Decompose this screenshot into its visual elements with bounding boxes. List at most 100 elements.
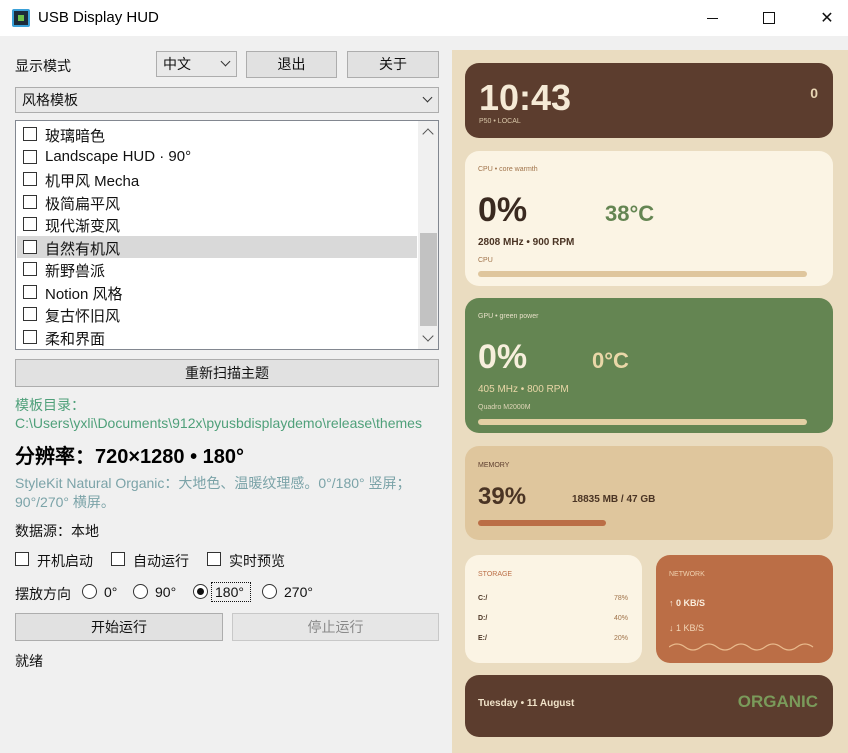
cpu-title: CPU • core warmth bbox=[478, 166, 538, 173]
exit-button[interactable]: 退出 bbox=[246, 51, 337, 78]
gpu-usage: 0% bbox=[478, 338, 528, 376]
theme-list-item-label: 机甲风 Mecha bbox=[45, 173, 140, 190]
theme-list[interactable]: 柔和界面 复古怀旧风 Notion 风格 新野兽派 自然有机风 现代渐变风 极简扁平风 机甲风… bbox=[15, 120, 439, 350]
theme-list-item[interactable]: Notion 风格 bbox=[17, 281, 417, 303]
gpu-card: GPU • green power 0% 0°C 405 MHz • 800 R… bbox=[465, 298, 833, 433]
resolution-text: 分辨率：720×1280 • 180° bbox=[15, 446, 245, 468]
orientation-90-radio[interactable] bbox=[133, 584, 148, 599]
app-icon bbox=[12, 9, 30, 27]
about-button[interactable]: 关于 bbox=[347, 51, 439, 78]
theme-checkbox[interactable] bbox=[23, 262, 37, 276]
gpu-title: GPU • green power bbox=[478, 313, 539, 320]
network-down: ↓ 1 KB/S bbox=[669, 623, 705, 633]
memory-title: MEMORY bbox=[478, 462, 510, 469]
gpu-bar-track bbox=[478, 419, 807, 425]
network-card: NETWORK ↑ 0 KB/S ↓ 1 KB/S bbox=[656, 555, 833, 663]
autostart-checkbox[interactable] bbox=[15, 552, 29, 566]
autostart-label: 开机启动 bbox=[37, 553, 93, 569]
cpu-card: CPU • core warmth 0% 38°C 2808 MHz • 900… bbox=[465, 151, 833, 286]
storage-title: STORAGE bbox=[478, 571, 513, 578]
memory-card: MEMORY 39% 18835 MB / 47 GB bbox=[465, 446, 833, 540]
theme-checkbox[interactable] bbox=[23, 127, 37, 141]
autorun-label: 自动运行 bbox=[133, 553, 189, 569]
theme-checkbox[interactable] bbox=[23, 194, 37, 209]
language-select[interactable]: 中文 bbox=[156, 51, 237, 77]
drive-value: 20% bbox=[613, 635, 628, 642]
scroll-down-icon[interactable] bbox=[422, 330, 434, 342]
clock-badge: 0 bbox=[810, 85, 818, 101]
theme-checkbox[interactable] bbox=[23, 284, 37, 299]
date-text: Tuesday • 11 August bbox=[478, 698, 575, 709]
storage-row-c: C:/ 78% bbox=[478, 595, 628, 602]
cpu-name: CPU bbox=[478, 257, 493, 264]
theme-list-item[interactable]: 现代渐变风 bbox=[17, 213, 417, 235]
scroll-up-icon[interactable] bbox=[422, 128, 434, 140]
date-card: Tuesday • 11 August ORGANIC bbox=[465, 675, 833, 737]
minimize-button[interactable] bbox=[690, 0, 736, 36]
theme-list-scrollbar[interactable] bbox=[418, 121, 438, 349]
maximize-button[interactable] bbox=[746, 0, 792, 36]
autorun-checkbox[interactable] bbox=[111, 552, 125, 566]
live-preview-checkbox[interactable] bbox=[207, 552, 221, 566]
theme-checkbox[interactable] bbox=[23, 172, 37, 186]
orientation-180-label: 180° bbox=[215, 584, 244, 600]
orientation-0-radio[interactable] bbox=[82, 584, 97, 599]
scrollbar-thumb[interactable] bbox=[420, 233, 437, 326]
orientation-270-radio[interactable] bbox=[262, 584, 277, 599]
memory-bar-fill bbox=[478, 520, 606, 526]
theme-list-item-label: Landscape HUD · 90° bbox=[45, 147, 192, 165]
orientation-label: 摆放方向 bbox=[15, 586, 71, 602]
orientation-0-label: 0° bbox=[104, 584, 118, 600]
live-preview-label: 实时预览 bbox=[229, 553, 285, 569]
clock-card: 10:43 P50 • LOCAL 0 bbox=[465, 63, 833, 138]
theme-list-item-label: 柔和界面 bbox=[45, 330, 106, 348]
storage-row-e: E:/ 20% bbox=[478, 635, 628, 642]
stop-button[interactable]: 停止运行 bbox=[232, 613, 439, 641]
theme-list-item-label: 复古怀旧风 bbox=[45, 308, 121, 325]
network-title: NETWORK bbox=[669, 571, 705, 578]
theme-checkbox[interactable] bbox=[23, 149, 37, 164]
theme-list-item[interactable]: 自然有机风 bbox=[17, 235, 417, 258]
close-button[interactable]: ✕ bbox=[804, 0, 848, 36]
theme-list-item[interactable]: 玻璃暗色 bbox=[17, 123, 417, 145]
language-value: 中文 bbox=[163, 56, 191, 72]
hud-preview: 10:43 P50 • LOCAL 0 CPU • core warmth 0%… bbox=[452, 50, 848, 753]
gpu-name: Quadro M2000M bbox=[478, 404, 531, 411]
gpu-temp: 0°C bbox=[592, 348, 629, 373]
theme-list-item-label: 玻璃暗色 bbox=[45, 128, 106, 145]
theme-list-item[interactable]: 机甲风 Mecha bbox=[17, 168, 417, 190]
drive-value: 78% bbox=[613, 595, 628, 602]
theme-checkbox[interactable] bbox=[23, 217, 37, 231]
theme-list-item[interactable]: Landscape HUD · 90° bbox=[17, 146, 417, 168]
cpu-usage: 0% bbox=[478, 191, 528, 229]
theme-checkbox[interactable] bbox=[23, 239, 37, 254]
drive-name: E:/ bbox=[478, 635, 487, 642]
network-up: ↑ 0 KB/S bbox=[669, 598, 706, 608]
rescan-themes-button[interactable]: 重新扫描主题 bbox=[15, 359, 439, 387]
theme-list-item[interactable]: 新野兽派 bbox=[17, 258, 417, 280]
theme-list-item[interactable]: 柔和界面 bbox=[17, 326, 417, 348]
drive-name: D:/ bbox=[478, 615, 488, 622]
theme-description: StyleKit Natural Organic：大地色、温暖纹理感。0°/18… bbox=[15, 475, 411, 510]
chevron-down-icon bbox=[422, 92, 433, 103]
start-button[interactable]: 开始运行 bbox=[15, 613, 223, 641]
title-bar: USB Display HUD ✕ bbox=[0, 0, 848, 36]
cpu-bar-track bbox=[478, 271, 807, 277]
theme-checkbox[interactable] bbox=[23, 307, 37, 321]
gpu-detail: 405 MHz • 800 RPM bbox=[478, 384, 569, 395]
theme-checkbox[interactable] bbox=[23, 329, 37, 344]
clock-subtitle: P50 • LOCAL bbox=[479, 118, 521, 125]
theme-list-item[interactable]: 复古怀旧风 bbox=[17, 303, 417, 325]
storage-card: STORAGE C:/ 78% D:/ 40% E:/ 20% bbox=[465, 555, 642, 663]
drive-name: C:/ bbox=[478, 595, 488, 602]
data-source-text: 数据源：本地 bbox=[15, 523, 99, 539]
theme-list-item-label: 现代渐变风 bbox=[45, 218, 121, 235]
chevron-down-icon bbox=[220, 56, 231, 67]
theme-list-item-label: 新野兽派 bbox=[45, 263, 106, 280]
theme-list-item-label: 极简扁平风 bbox=[45, 195, 121, 213]
template-category-select[interactable]: 风格模板 bbox=[15, 87, 439, 113]
window-title: USB Display HUD bbox=[38, 9, 159, 26]
status-text: 就绪 bbox=[15, 653, 43, 669]
theme-list-item[interactable]: 极简扁平风 bbox=[17, 191, 417, 213]
orientation-180-radio[interactable] bbox=[193, 584, 208, 599]
